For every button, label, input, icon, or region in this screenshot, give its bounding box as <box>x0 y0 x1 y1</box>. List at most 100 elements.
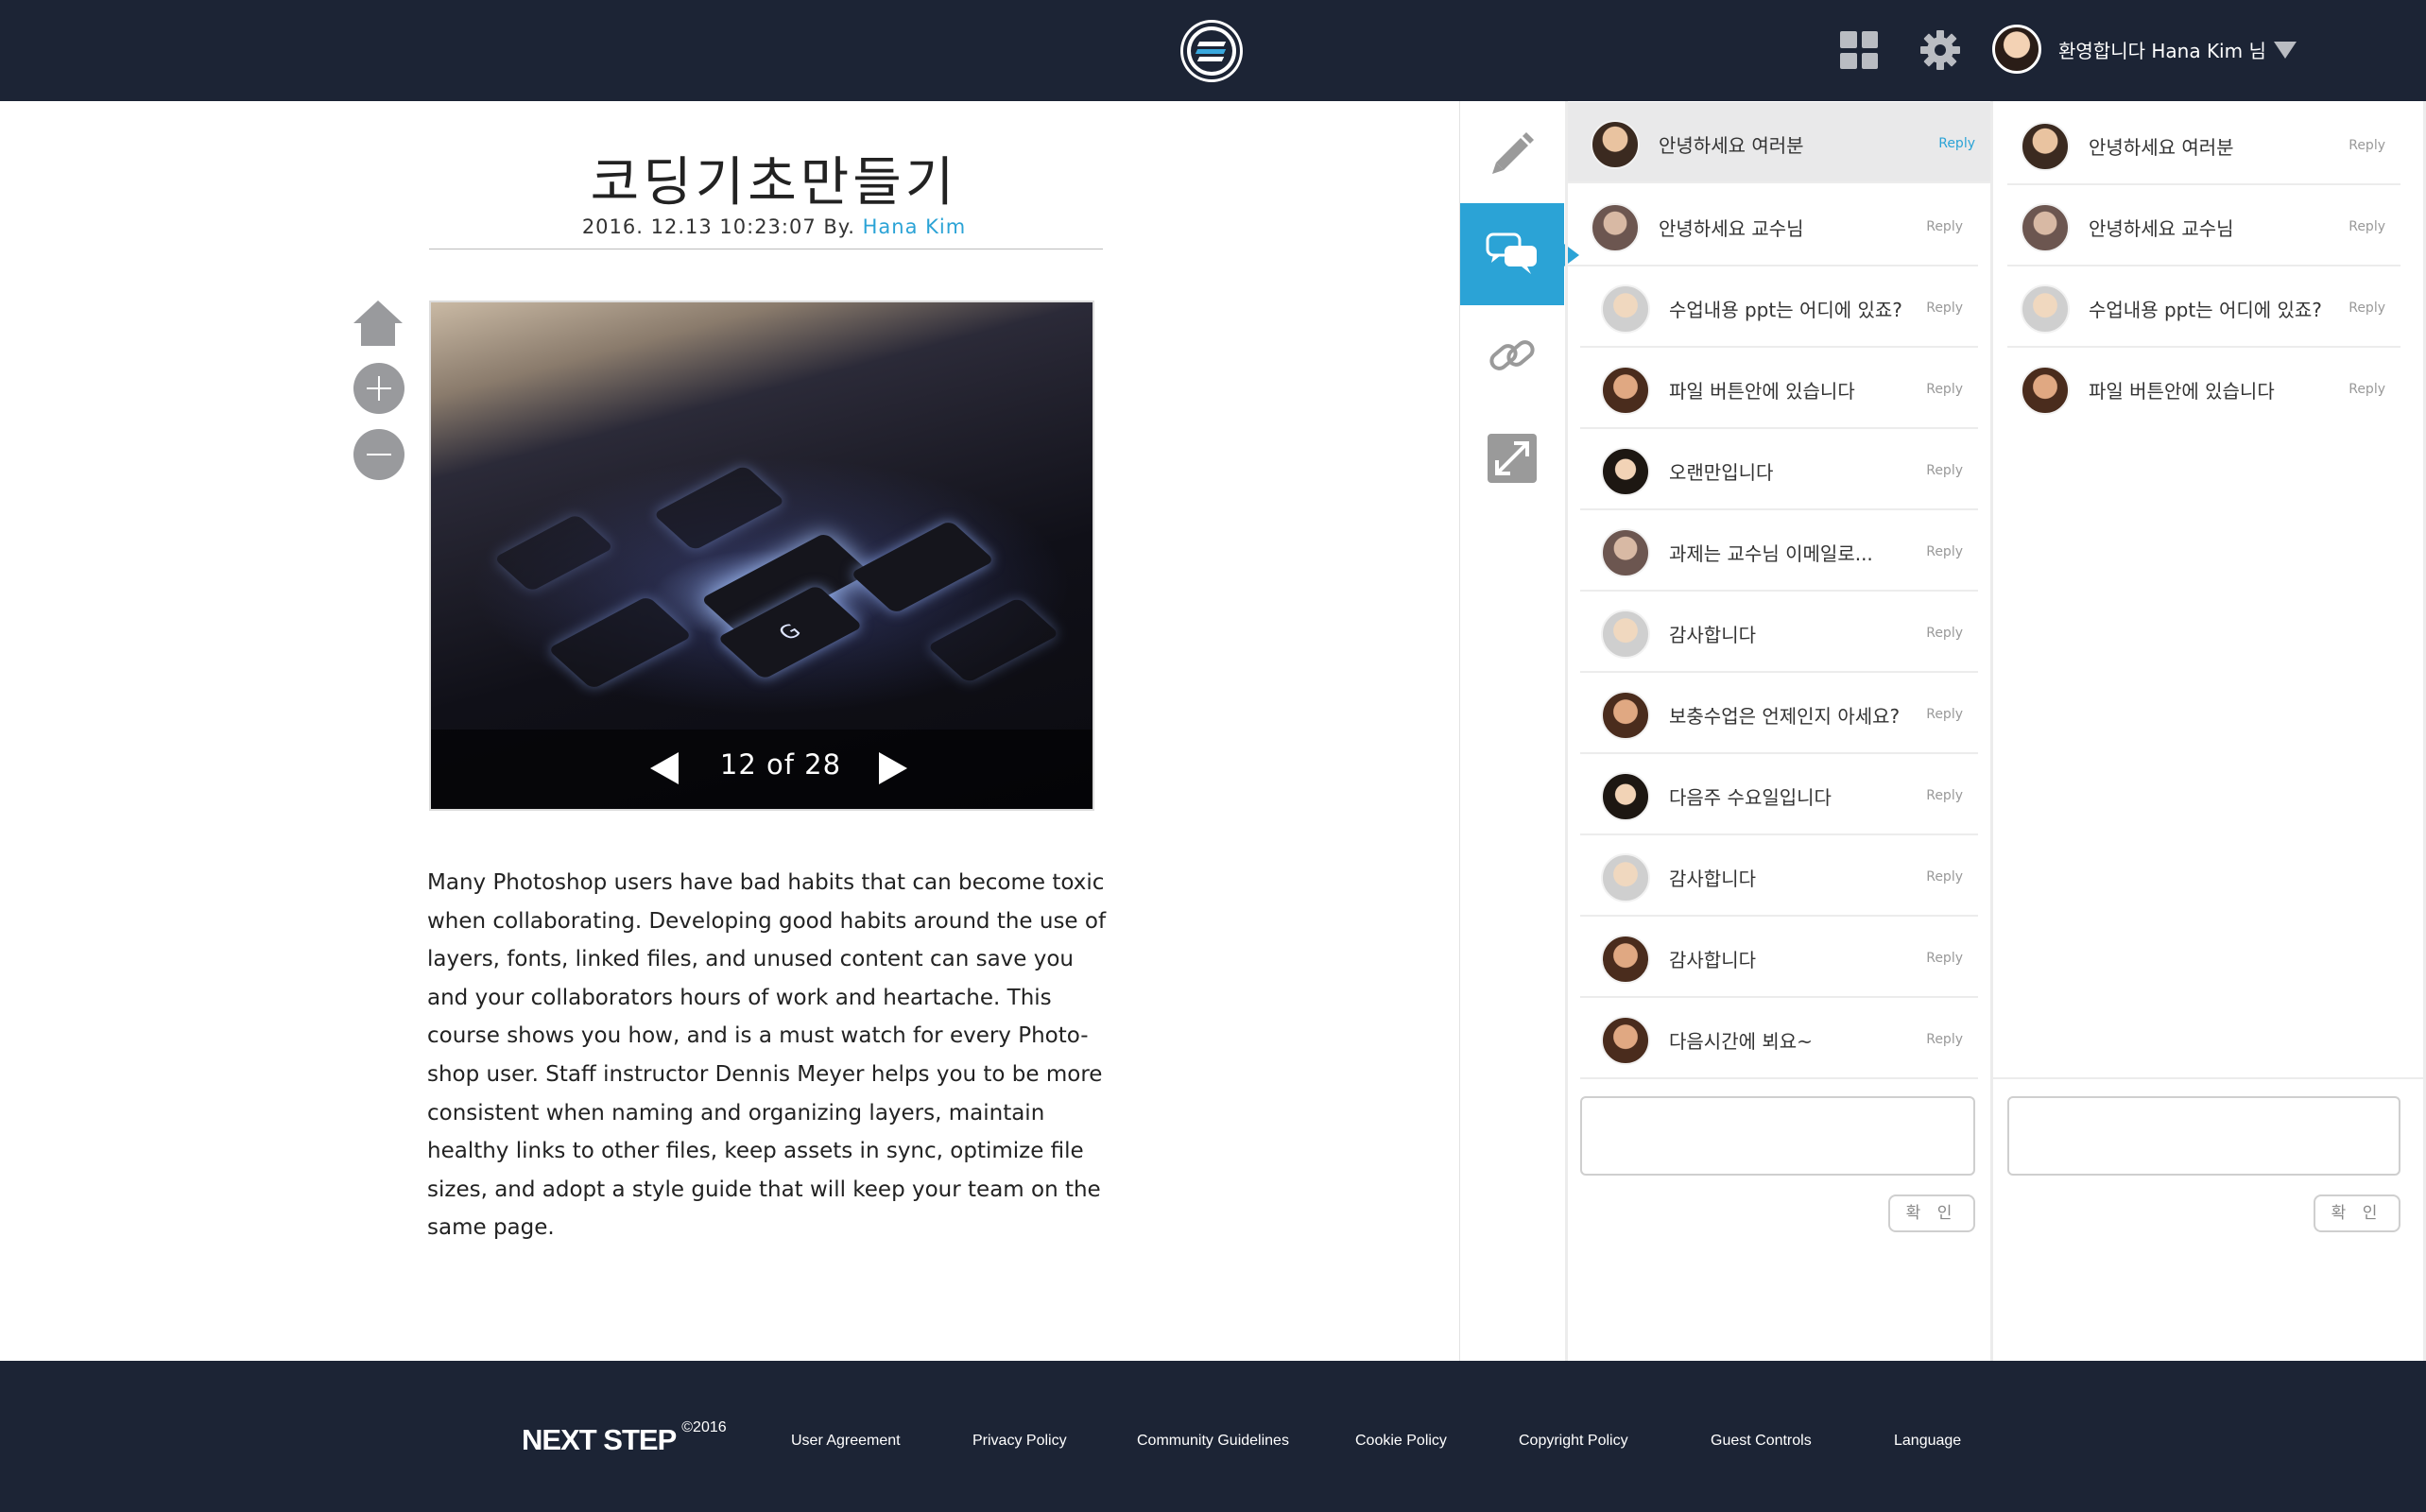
link-tool[interactable] <box>1460 305 1564 407</box>
zoom-in-button[interactable] <box>353 363 404 414</box>
thread-comment-input[interactable] <box>2007 1096 2400 1176</box>
avatar <box>1601 691 1650 740</box>
next-slide-icon[interactable] <box>879 752 907 784</box>
reply-link[interactable]: Reply <box>2349 219 2385 234</box>
reply-link[interactable]: Reply <box>1926 219 1963 234</box>
brand-name: NEXT STEP <box>522 1423 677 1456</box>
footer-link-community-guidelines[interactable]: Community Guidelines <box>1137 1433 1289 1450</box>
reply-link[interactable]: Reply <box>1926 1032 1963 1047</box>
keyboard-key <box>493 513 614 593</box>
home-icon[interactable] <box>352 299 404 348</box>
comment-row[interactable]: 다음시간에 뵈요~ Reply <box>1580 998 1978 1079</box>
comment-row[interactable]: 수업내용 ppt는 어디에 있죠? Reply <box>1580 266 1978 348</box>
comment-text: 파일 버튼안에 있습니다 <box>1669 380 1855 403</box>
reply-link[interactable]: Reply <box>1926 869 1963 885</box>
keyboard-key <box>926 597 1060 683</box>
side-toolbar <box>1460 101 1564 1361</box>
reply-link[interactable]: Reply <box>1926 382 1963 397</box>
top-navigation-bar: 환영합니다 Hana Kim 님 <box>0 0 2426 101</box>
comment-row[interactable]: 보충수업은 언제인지 아세요? Reply <box>1580 673 1978 754</box>
reply-link[interactable]: Reply <box>1926 626 1963 641</box>
footer-brand: NEXT STEP ©2016 <box>522 1419 727 1457</box>
comment-text: 오랜만입니다 <box>1669 461 1774 484</box>
avatar <box>2021 122 2070 171</box>
comment-text: 안녕하세요 교수님 <box>1659 217 1804 240</box>
comment-text: 안녕하세요 교수님 <box>2089 217 2234 240</box>
comment-text: 안녕하세요 여러분 <box>1659 134 1804 157</box>
logo-icon[interactable] <box>1183 23 1240 79</box>
footer-link-copyright-policy[interactable]: Copyright Policy <box>1519 1433 1628 1450</box>
chat-tool[interactable] <box>1460 203 1564 305</box>
keyboard-key <box>652 465 786 551</box>
reply-link[interactable]: Reply <box>2349 138 2385 153</box>
thread-confirm-button[interactable]: 확 인 <box>2314 1194 2400 1232</box>
reply-link[interactable]: Reply <box>2349 301 2385 316</box>
footer-link-language[interactable]: Language <box>1894 1433 1961 1450</box>
author-link[interactable]: Hana Kim <box>863 215 967 238</box>
thread-comment-row[interactable]: 안녕하세요 여러분 Reply <box>2007 104 2400 185</box>
edit-tool[interactable] <box>1460 101 1564 203</box>
comment-row[interactable]: 과제는 교수님 이메일로... Reply <box>1580 510 1978 592</box>
apps-grid-icon[interactable] <box>1840 31 1878 69</box>
confirm-button[interactable]: 확 인 <box>1888 1194 1975 1232</box>
comment-row[interactable]: 감사합니다 Reply <box>1580 592 1978 673</box>
comment-input[interactable] <box>1580 1096 1975 1176</box>
thread-comment-row[interactable]: 파일 버튼안에 있습니다 Reply <box>2007 348 2400 429</box>
reply-link[interactable]: Reply <box>1926 301 1963 316</box>
expand-icon <box>1488 434 1537 483</box>
column-divider <box>1565 101 1568 1361</box>
comment-text: 다음주 수요일입니다 <box>1669 786 1832 809</box>
reply-link[interactable]: Reply <box>1926 544 1963 559</box>
pencil-icon <box>1492 132 1534 174</box>
reply-link[interactable]: Reply <box>1926 951 1963 966</box>
prev-slide-icon[interactable] <box>650 752 679 784</box>
column-divider <box>1990 101 1993 1361</box>
post-meta: 2016. 12.13 10:23:07 By. Hana Kim <box>429 215 1119 238</box>
avatar <box>1601 935 1650 984</box>
user-avatar[interactable] <box>1992 25 2041 74</box>
reply-link[interactable]: Reply <box>1926 707 1963 722</box>
gear-icon[interactable] <box>1918 28 1962 72</box>
thread-comment-row[interactable]: 안녕하세요 교수님 Reply <box>2007 185 2400 266</box>
comment-text: 보충수업은 언제인지 아세요? <box>1669 705 1901 728</box>
fullscreen-tool[interactable] <box>1460 407 1564 509</box>
avatar <box>2021 284 2070 334</box>
reply-link[interactable]: Reply <box>1926 788 1963 803</box>
footer-link-privacy-policy[interactable]: Privacy Policy <box>972 1433 1067 1450</box>
reply-link[interactable]: Reply <box>1926 463 1963 478</box>
avatar <box>1601 284 1650 334</box>
avatar <box>1601 528 1650 577</box>
slide-counter: 12 of 28 <box>719 748 842 781</box>
keyboard-key <box>547 595 693 690</box>
chevron-down-icon[interactable] <box>2274 42 2297 59</box>
avatar <box>2021 366 2070 415</box>
comment-row[interactable]: 오랜만입니다 Reply <box>1580 429 1978 510</box>
post-date: 2016. 12.13 10:23:07 By. <box>581 215 863 238</box>
avatar <box>1591 203 1640 252</box>
comment-text: 감사합니다 <box>1669 868 1756 890</box>
footer-link-guest-controls[interactable]: Guest Controls <box>1711 1433 1812 1450</box>
comment-row[interactable]: 감사합니다 Reply <box>1580 835 1978 917</box>
article-body: Many Photoshop users have bad habits tha… <box>427 870 1107 1241</box>
comment-row[interactable]: 파일 버튼안에 있습니다 Reply <box>1580 348 1978 429</box>
comment-row[interactable]: 안녕하세요 여러분 Reply <box>1568 102 1990 183</box>
footer-link-cookie-policy[interactable]: Cookie Policy <box>1355 1433 1447 1450</box>
avatar <box>1601 1016 1650 1065</box>
copyright-year: ©2016 <box>681 1419 727 1435</box>
chat-icon <box>1486 232 1537 274</box>
avatar <box>2021 203 2070 252</box>
avatar <box>1601 853 1650 902</box>
zoom-out-button[interactable] <box>353 429 404 480</box>
comment-row[interactable]: 안녕하세요 교수님 Reply <box>1568 185 1978 266</box>
comment-row[interactable]: 다음주 수요일입니다 Reply <box>1580 754 1978 835</box>
comment-row[interactable]: 감사합니다 Reply <box>1580 917 1978 998</box>
page-title: 코딩기초만들기 <box>590 152 958 214</box>
comment-text: 수업내용 ppt는 어디에 있죠? <box>1669 299 1902 321</box>
welcome-text: 환영합니다 Hana Kim 님 <box>2058 40 2266 62</box>
reply-link[interactable]: Reply <box>1938 136 1975 151</box>
thread-comment-row[interactable]: 수업내용 ppt는 어디에 있죠? Reply <box>2007 266 2400 348</box>
footer-link-user-agreement[interactable]: User Agreement <box>791 1433 901 1450</box>
link-icon <box>1489 340 1535 370</box>
keyboard-key <box>850 520 995 614</box>
reply-link[interactable]: Reply <box>2349 382 2385 397</box>
